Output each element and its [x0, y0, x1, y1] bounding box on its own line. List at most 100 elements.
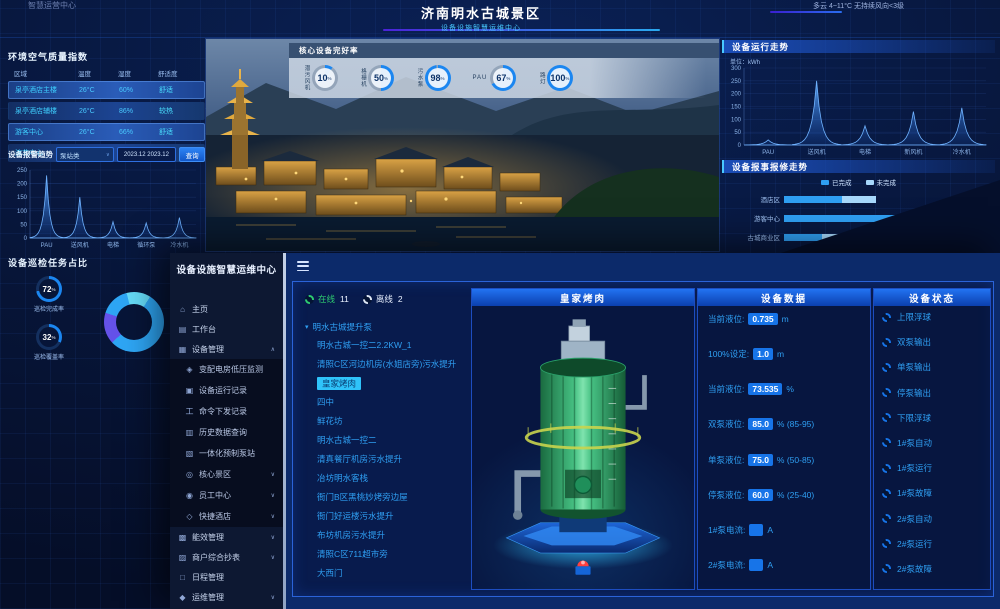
data-label: 100%设定:: [708, 348, 749, 360]
pump-3d-model: [472, 306, 694, 589]
tree-item[interactable]: 清照C区711超市旁: [317, 545, 467, 564]
data-label: 2#泵电流:: [708, 559, 745, 571]
query-button[interactable]: 查询: [179, 147, 205, 162]
device-status-item: 停泵输出: [882, 387, 986, 399]
tree-root[interactable]: ▾ 明水古城提升泵: [305, 317, 467, 336]
stat-unit: %: [51, 335, 55, 340]
svg-text:冷水机: 冷水机: [170, 241, 188, 249]
tree-item[interactable]: 布坊机房污水提升: [317, 526, 467, 545]
inspection-stat: 32% 巡检覆盖率: [34, 324, 64, 361]
tree-item[interactable]: 明水古城一控二: [317, 431, 467, 450]
device-data-row: 停泵液位: 60.0 % (25-40): [708, 489, 864, 501]
scenic-photo: 核心设备完好率 潜污风机 10% 格栅机 50%: [205, 38, 720, 252]
device-type-select[interactable]: 泵站类 ∨: [56, 147, 114, 162]
menu-label: 设备管理: [192, 344, 224, 355]
svg-text:50: 50: [734, 130, 741, 136]
device-data-row: 2#泵电流: A: [708, 559, 864, 571]
tree-item[interactable]: 鲜花坊: [317, 412, 467, 431]
alarm-controls: 设备报警趋势 泵站类 ∨ 2023.12 2023.12 查询: [8, 147, 205, 162]
data-unit: % (85-95): [777, 419, 814, 429]
online-status-row: 在线11 离线2: [299, 288, 467, 305]
svg-text:100: 100: [731, 117, 742, 123]
status-label: 单泵输出: [897, 361, 931, 373]
tree-item[interactable]: 四中: [317, 393, 467, 412]
tree-item[interactable]: 明水古城一控二2.2KW_1: [317, 336, 467, 355]
gear-icon: [882, 363, 891, 372]
sidebar-menu-item[interactable]: 工 命令下发记录: [170, 401, 283, 422]
sidebar-menu-item[interactable]: ◉ 员工中心 ∨: [170, 485, 283, 506]
device-status-item: 1#泵故障: [882, 487, 986, 499]
device-status-column: 设备状态 上限浮球 双泵输出: [873, 288, 991, 590]
offline-status: 离线2: [363, 293, 403, 305]
data-unit: m: [782, 314, 789, 324]
value-chip: 73.535: [748, 383, 782, 395]
menu-label: 能效管理: [192, 532, 224, 543]
tree-item-label: 鲜花坊: [317, 416, 343, 426]
stat-unit: %: [51, 287, 55, 292]
tree-item[interactable]: 清照C区河边机房(水姐店旁)污水提升: [317, 355, 467, 374]
sidebar-menu-item[interactable]: ◈ 变配电房低压监测: [170, 359, 283, 380]
online-gear-icon: [305, 295, 314, 304]
menu-icon: ▧: [185, 449, 194, 458]
status-label: 下限浮球: [897, 412, 931, 424]
value-chip: 75.0: [748, 454, 773, 466]
data-unit: %: [786, 384, 794, 394]
humidity-value: 86%: [119, 108, 159, 115]
svg-text:新风机: 新风机: [904, 148, 922, 156]
sidebar-menu-item[interactable]: ▤ 工作台: [170, 319, 283, 339]
legend-item-pending[interactable]: 未完成: [866, 177, 897, 187]
sidebar-menu-item[interactable]: □ 日程管理: [170, 567, 283, 587]
tree-item[interactable]: 大西门: [317, 564, 467, 583]
sidebar-menu-item[interactable]: ▧ 一体化预制泵站: [170, 443, 283, 464]
tree-item[interactable]: 衙门好运楼污水提升: [317, 507, 467, 526]
chevron-down-icon: ∨: [106, 152, 110, 158]
chevron-icon: ∨: [271, 594, 275, 601]
chevron-icon: ∨: [271, 534, 275, 541]
data-unit: % (25-40): [777, 490, 814, 500]
menu-collapse-icon[interactable]: [297, 261, 309, 271]
sidebar-menu-item[interactable]: ▥ 历史数据查询: [170, 422, 283, 443]
temperature-value: 26°C: [79, 87, 119, 94]
date-range-input[interactable]: 2023.12 2023.12: [117, 147, 177, 162]
device-data-row: 1#泵电流: A: [708, 524, 864, 536]
menu-label: 核心景区: [199, 469, 231, 480]
sidebar-menu-item[interactable]: ◎ 核心景区 ∨: [170, 464, 283, 485]
svg-text:送风机: 送风机: [71, 241, 89, 249]
chevron-icon: ∨: [271, 513, 275, 520]
tree-item[interactable]: 清真餐厅机房污水提升: [317, 450, 467, 469]
svg-text:PAU: PAU: [762, 150, 774, 156]
status-label: 2#泵运行: [897, 538, 932, 550]
legend-item-done[interactable]: 已完成: [821, 177, 852, 187]
sidebar-menu-item[interactable]: ▦ 设备管理 ∧: [170, 339, 283, 359]
sidebar-menu-item[interactable]: ⌂ 主页: [170, 299, 283, 319]
device-status-item: 2#泵故障: [882, 563, 986, 575]
offline-label: 离线: [376, 293, 393, 305]
svg-text:300: 300: [731, 66, 742, 72]
tree-item[interactable]: 衙门B区黑桃妙烤旁边屋: [317, 488, 467, 507]
table-row: 泉亭酒店辅楼 26°C 86% 较热: [8, 102, 205, 120]
sidebar-menu-item[interactable]: ▨ 商户综合抄表 ∨: [170, 547, 283, 567]
sidebar-menu-item[interactable]: ▣ 设备运行记录: [170, 380, 283, 401]
data-unit: % (50-85): [777, 455, 814, 465]
chevron-icon: ∨: [271, 554, 275, 561]
gauge-ring: 50%: [368, 65, 394, 91]
sidebar-menu-item[interactable]: ◇ 快捷酒店 ∨: [170, 506, 283, 527]
svg-text:0: 0: [24, 236, 28, 242]
svg-text:250: 250: [17, 168, 28, 174]
gear-icon: [882, 464, 891, 473]
pump-visual-column: 皇家烤肉: [471, 288, 695, 590]
sidebar-menu-item[interactable]: ▩ 能效管理 ∨: [170, 527, 283, 547]
sidebar-menu-item[interactable]: ◆ 运维管理 ∨: [170, 587, 283, 607]
tree-item[interactable]: 皇家烤肉: [317, 374, 467, 393]
gauge-value: 98: [430, 73, 440, 83]
device-status-item: 2#泵自动: [882, 513, 986, 525]
menu-label: 员工中心: [199, 490, 231, 501]
menu-icon: ▥: [185, 428, 194, 437]
sidebar-title: 设备设施智慧运维中心: [170, 253, 283, 276]
health-gauge: PAU 67%: [473, 65, 517, 91]
tree-item[interactable]: 冶坊明水客栈: [317, 469, 467, 488]
tree-item-label: 冶坊明水客栈: [317, 473, 368, 483]
svg-text:250: 250: [731, 79, 742, 85]
tree-item-label: 皇家烤肉: [317, 377, 361, 390]
online-label: 在线: [318, 293, 335, 305]
